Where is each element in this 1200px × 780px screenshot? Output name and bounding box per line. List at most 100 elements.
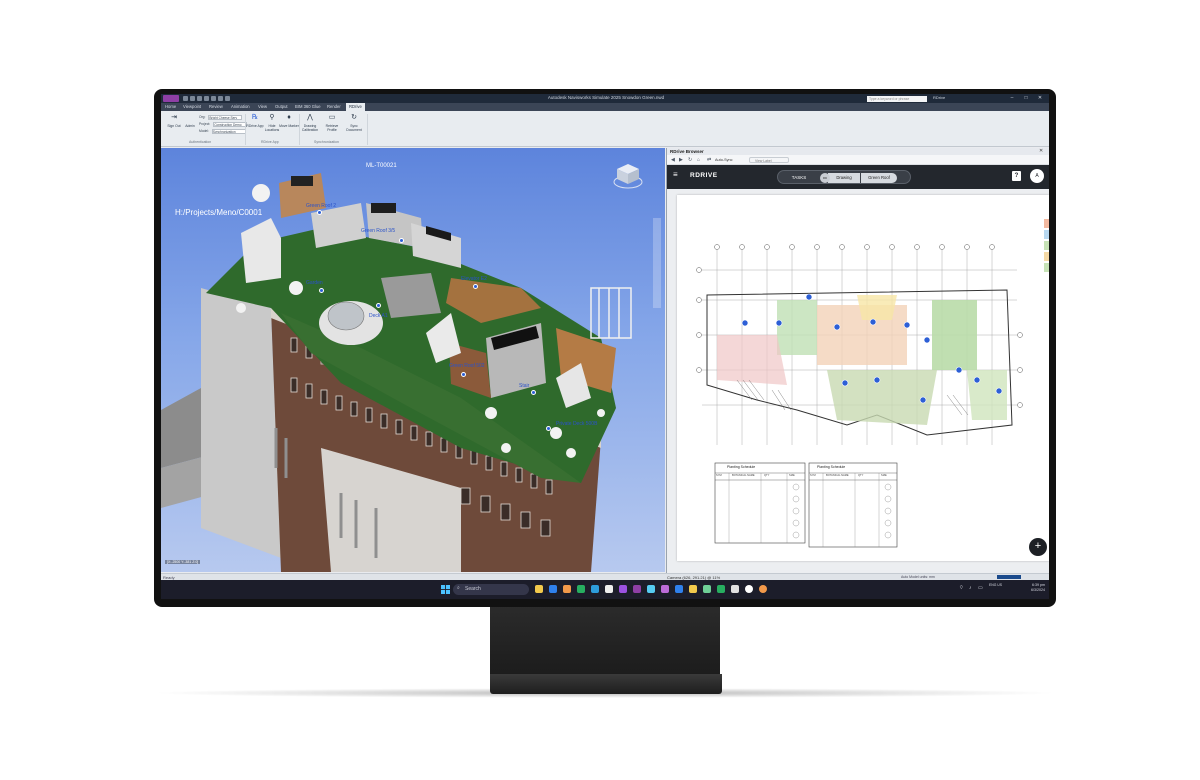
move-marker-button[interactable]: ♦ Move Marker <box>278 114 300 138</box>
tab-output[interactable]: Output <box>275 104 288 109</box>
rdrive-app-icon[interactable] <box>605 585 613 593</box>
location-pin-icon[interactable] <box>399 238 404 243</box>
location-tag[interactable]: Stair <box>519 383 529 389</box>
tab-rdrive[interactable]: RDrive <box>346 103 365 111</box>
tab-review[interactable]: Review <box>209 104 223 109</box>
tasks-button[interactable]: TASKS <box>782 173 816 183</box>
firefox-icon[interactable] <box>563 585 571 593</box>
github-icon[interactable] <box>745 585 753 593</box>
admin-icon <box>186 114 194 122</box>
user-label[interactable]: RDrive <box>933 95 945 100</box>
breadcrumb-name[interactable]: Green Roof <box>861 173 897 183</box>
rdrive-close-button[interactable]: ✕ <box>1039 148 1043 155</box>
save-icon[interactable] <box>190 96 195 101</box>
tab-home[interactable]: Home <box>165 104 176 109</box>
tab-bim360-glue[interactable]: BIM 360 Glue <box>295 104 321 109</box>
tab-view[interactable]: View <box>258 104 267 109</box>
location-tag[interactable]: Garden <box>306 280 323 286</box>
drawing-sheet[interactable]: Planting Schedule Planting Schedule SYM … <box>677 195 1049 561</box>
location-pin-icon[interactable] <box>461 372 466 377</box>
tab-viewpoint[interactable]: Viewpoint <box>183 104 201 109</box>
visual-studio-icon[interactable] <box>661 585 669 593</box>
tab-render[interactable]: Render <box>327 104 341 109</box>
drawing-viewer[interactable]: Planting Schedule Planting Schedule SYM … <box>667 189 1049 573</box>
rdrive-toolbar: ◀ ▶ ↻ ⌂ ⇄ Auto-Sync View Label <box>667 155 1049 165</box>
navisworks-logo[interactable] <box>163 95 179 102</box>
refresh-icon[interactable]: ↻ <box>688 156 692 164</box>
avatar[interactable]: A <box>1030 169 1044 183</box>
tab-animation[interactable]: Animation <box>231 104 250 109</box>
windows-start-icon[interactable] <box>441 585 450 594</box>
drawing-calibration-button[interactable]: ⋀ Drawing Calibration <box>299 114 321 138</box>
notepad-icon[interactable] <box>731 585 739 593</box>
wifi-icon[interactable]: ⌔ <box>959 585 964 591</box>
taskbar-search-input[interactable]: Search <box>453 584 529 595</box>
viewcube-icon[interactable] <box>613 160 643 190</box>
location-pin-icon[interactable] <box>376 303 381 308</box>
location-tag[interactable]: Green Roof 3/5 <box>361 228 395 234</box>
location-tag[interactable]: Green Roof 2 <box>306 203 336 209</box>
forward-icon[interactable]: ▶ <box>679 156 683 164</box>
location-pin-icon[interactable] <box>546 426 551 431</box>
close-button[interactable]: ✕ <box>1035 95 1045 102</box>
3d-viewport[interactable]: H:/Projects/Meno/C0001 ML-T00021 Green R… <box>161 148 665 572</box>
chrome-icon[interactable] <box>577 585 585 593</box>
store-icon[interactable] <box>703 585 711 593</box>
sync-document-button[interactable]: ↻ Sync Document <box>343 114 365 138</box>
breadcrumb: TASKS Drawing RD Green Roof <box>777 170 911 184</box>
project-field[interactable]: Project: Construction Demo <box>199 121 248 127</box>
navigation-bar[interactable] <box>653 218 661 308</box>
teams-icon[interactable] <box>619 585 627 593</box>
battery-icon[interactable]: ▭ <box>978 585 983 591</box>
location-pin-icon[interactable] <box>531 390 536 395</box>
navisworks-taskbar-icon[interactable] <box>633 585 641 593</box>
group-authentication: Authentication <box>189 140 212 144</box>
redo-icon[interactable] <box>211 96 216 101</box>
outlook-icon[interactable] <box>675 585 683 593</box>
language-indicator[interactable]: ENG US <box>989 583 1002 587</box>
location-tag[interactable]: Deck A1 <box>369 313 388 319</box>
location-pin-icon[interactable] <box>317 210 322 215</box>
select-icon[interactable] <box>218 96 223 101</box>
admin-button[interactable]: Admin <box>179 114 201 138</box>
git-icon[interactable] <box>717 585 725 593</box>
visual-studio-code-icon[interactable] <box>591 585 599 593</box>
rdrive-header: ≡ RDRIVE TASKS Drawing RD Green Roof ? A <box>667 165 1049 189</box>
open-icon[interactable] <box>183 96 188 101</box>
edge-icon[interactable] <box>549 585 557 593</box>
location-tag[interactable]: Green Roof 502 <box>449 363 485 369</box>
maximize-button[interactable]: □ <box>1021 95 1031 102</box>
skylight <box>291 176 313 186</box>
location-tag[interactable]: Private Deck 500B <box>556 421 597 427</box>
settings-icon[interactable] <box>647 585 655 593</box>
sync-icon[interactable]: ⇄ <box>707 156 711 164</box>
print-icon[interactable] <box>197 96 202 101</box>
help-icon[interactable]: ? <box>1012 171 1021 181</box>
location-pin-icon[interactable] <box>473 284 478 289</box>
postman-icon[interactable] <box>759 585 767 593</box>
customize-icon[interactable] <box>225 96 230 101</box>
pink-zone <box>717 335 787 385</box>
home-icon[interactable]: ⌂ <box>697 156 700 164</box>
volume-icon[interactable]: ♪ <box>969 585 972 591</box>
auto-sync-toggle[interactable]: Auto-Sync <box>715 155 733 165</box>
back-icon[interactable]: ◀ <box>671 156 675 164</box>
file-explorer-icon[interactable] <box>535 585 543 593</box>
breadcrumb-drawing[interactable]: Drawing <box>828 173 860 183</box>
location-tag[interactable]: Elevator E2 <box>461 276 487 282</box>
retrieve-profile-button[interactable]: ▭ Retrieve Profile <box>321 114 343 138</box>
hamburger-menu-icon[interactable]: ≡ <box>673 170 678 179</box>
clock[interactable]: 6:39 pm 6/3/2024 <box>1019 583 1045 593</box>
view-label-input[interactable]: View Label <box>749 157 789 163</box>
add-button[interactable]: + <box>1029 538 1047 556</box>
org-field[interactable]: Org: Bright Cheese Serv <box>199 114 243 120</box>
rdrive-window-title: RDrive Browser <box>670 149 704 154</box>
undo-icon[interactable] <box>204 96 209 101</box>
minimize-button[interactable]: – <box>1007 95 1017 102</box>
help-search-input[interactable]: Type a keyword or phrase <box>867 96 927 102</box>
location-pin-icon[interactable] <box>319 288 324 293</box>
sheet-side-tabs[interactable] <box>1044 219 1049 289</box>
model-field[interactable]: Model: Synchronization <box>199 128 246 134</box>
schedule-header: QTY <box>764 474 770 477</box>
sticky-notes-icon[interactable] <box>689 585 697 593</box>
